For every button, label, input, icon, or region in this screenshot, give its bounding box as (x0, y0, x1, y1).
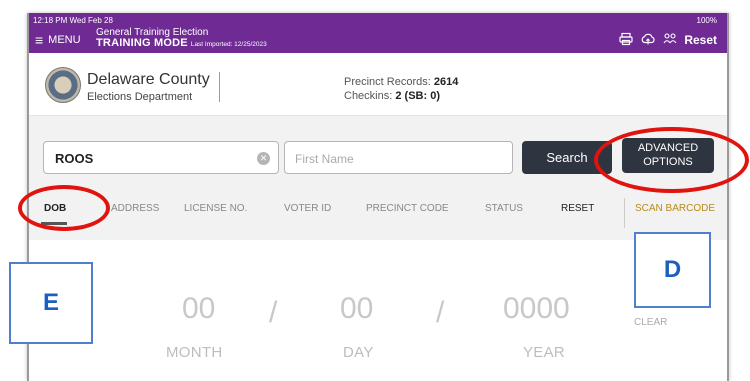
printer-icon[interactable] (619, 32, 633, 46)
training-mode-label: TRAINING MODE (96, 37, 188, 49)
last-name-input[interactable]: ROOS ✕ (43, 141, 279, 174)
status-time: 12:18 PM Wed Feb 28 (33, 16, 113, 25)
mode-row: TRAINING MODE Last Imported: 12/25/2023 (96, 38, 267, 50)
tab-status[interactable]: STATUS (485, 203, 523, 214)
first-name-placeholder: First Name (295, 152, 354, 166)
precinct-records-value: 2614 (433, 76, 459, 88)
tab-reset[interactable]: RESET (561, 203, 594, 214)
county-name: Delaware County (87, 71, 210, 88)
county-seal-logo (45, 67, 81, 103)
cloud-sync-icon[interactable] (641, 32, 655, 46)
precinct-records-label: Precinct Records: (344, 76, 431, 88)
top-bar: 12:18 PM Wed Feb 28 100% ≡ MENU General … (29, 13, 727, 53)
year-label: YEAR (523, 344, 566, 361)
callout-d: D (634, 232, 711, 308)
tab-precinct-code[interactable]: PRECINCT CODE (366, 203, 449, 214)
highlight-ellipse-advanced (594, 127, 749, 193)
search-tabs: DOB ADDRESS LICENSE NO. VOTER ID PRECINC… (29, 198, 727, 228)
dob-entry-panel: 00 / 00 / 0000 MONTH DAY YEAR CLEAR (29, 240, 727, 381)
reset-button[interactable]: Reset (684, 33, 717, 47)
tab-separator (624, 198, 625, 228)
callout-e: E (9, 262, 93, 344)
date-separator: / (269, 296, 278, 329)
precinct-stats: Precinct Records: 2614 Checkins: 2 (SB: … (344, 75, 458, 103)
county-header: Delaware County Elections Department Pre… (29, 53, 727, 116)
year-field[interactable]: 0000 (503, 292, 570, 326)
highlight-ellipse-dob (18, 185, 110, 231)
day-label: DAY (343, 344, 374, 361)
menu-label: MENU (48, 34, 81, 46)
checkins-label: Checkins: (344, 90, 393, 102)
checkins-value: 2 (SB: 0) (395, 90, 440, 102)
tab-scan-barcode[interactable]: SCAN BARCODE (635, 203, 715, 214)
people-icon[interactable] (663, 32, 677, 46)
clear-input-icon[interactable]: ✕ (257, 152, 270, 165)
month-field[interactable]: 00 (182, 292, 215, 326)
month-label: MONTH (166, 344, 223, 361)
top-icons (619, 32, 677, 46)
department-name: Elections Department (87, 91, 193, 103)
tab-address[interactable]: ADDRESS (111, 203, 159, 214)
precinct-records-row: Precinct Records: 2614 (344, 75, 458, 89)
last-name-value: ROOS (55, 151, 94, 166)
tab-voter-id[interactable]: VOTER ID (284, 203, 331, 214)
menu-button[interactable]: ≡ MENU (35, 31, 81, 48)
election-info: General Training Election TRAINING MODE L… (96, 27, 267, 50)
hamburger-icon: ≡ (35, 31, 44, 48)
app-window: 12:18 PM Wed Feb 28 100% ≡ MENU General … (27, 13, 729, 381)
checkins-row: Checkins: 2 (SB: 0) (344, 89, 458, 103)
tab-license-no[interactable]: LICENSE NO. (184, 203, 247, 214)
clear-button[interactable]: CLEAR (634, 317, 667, 328)
last-imported: Last Imported: 12/25/2023 (190, 41, 267, 48)
first-name-input[interactable]: First Name (284, 141, 513, 174)
battery-indicator: 100% (696, 16, 717, 25)
day-field[interactable]: 00 (340, 292, 373, 326)
date-separator: / (436, 296, 445, 329)
header-divider (219, 72, 220, 102)
